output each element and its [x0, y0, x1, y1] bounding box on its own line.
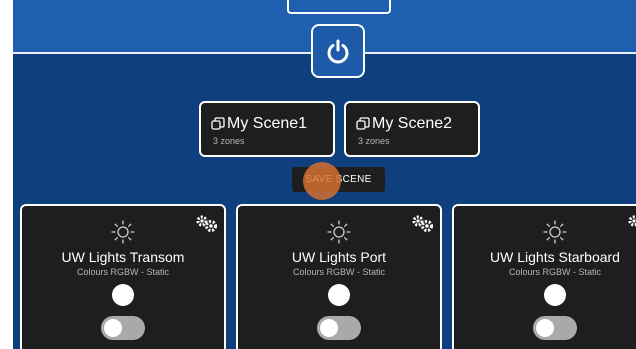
zone-toggle[interactable]: [101, 316, 145, 340]
gears-icon[interactable]: [194, 214, 218, 232]
toggle-knob: [104, 319, 122, 337]
zone-toggle[interactable]: [317, 316, 361, 340]
scene-card-1[interactable]: My Scene1 3 zones: [199, 101, 335, 157]
divider-left: [13, 52, 313, 54]
scene-name: My Scene2: [372, 115, 453, 132]
copy-icon: [356, 117, 370, 130]
top-tab[interactable]: [287, 0, 391, 14]
zone-title: UW Lights Starboard: [490, 249, 620, 265]
zone-mode: Colours RGBW - Static: [508, 267, 602, 277]
zone-title: UW Lights Port: [291, 249, 387, 265]
scene-zone-count: 3 zones: [358, 136, 390, 146]
toggle-knob: [536, 319, 554, 337]
sun-icon: [111, 220, 135, 244]
zone-mode: Colours RGBW - Static: [292, 267, 386, 277]
copy-icon: [211, 117, 225, 130]
power-button[interactable]: [311, 24, 365, 78]
toggle-knob: [320, 319, 338, 337]
gears-icon[interactable]: [626, 214, 636, 232]
zone-card-transom: UW Lights Transom Colours RGBW - Static: [20, 204, 226, 349]
zone-card-starboard: UW Lights Starboard Colours RGBW - Stati…: [452, 204, 636, 349]
scene-card-2[interactable]: My Scene2 3 zones: [344, 101, 480, 157]
power-icon: [327, 39, 349, 64]
color-swatch[interactable]: [112, 284, 134, 306]
scene-title: My Scene2: [356, 115, 452, 133]
divider-right: [363, 52, 636, 54]
gears-icon[interactable]: [410, 214, 434, 232]
scene-zone-count: 3 zones: [213, 136, 245, 146]
zone-card-port: UW Lights Port Colours RGBW - Static: [236, 204, 442, 349]
zone-toggle[interactable]: [533, 316, 577, 340]
sun-icon: [327, 220, 351, 244]
touch-indicator: [303, 162, 341, 200]
scene-title: My Scene1: [211, 115, 307, 133]
sun-icon: [543, 220, 567, 244]
zone-mode: Colours RGBW - Static: [76, 267, 170, 277]
scene-name: My Scene1: [227, 115, 308, 132]
color-swatch[interactable]: [328, 284, 350, 306]
zone-title: UW Lights Transom: [61, 249, 185, 265]
color-swatch[interactable]: [544, 284, 566, 306]
app-frame: My Scene1 3 zones My Scene2 3 zones SAVE…: [13, 0, 636, 349]
